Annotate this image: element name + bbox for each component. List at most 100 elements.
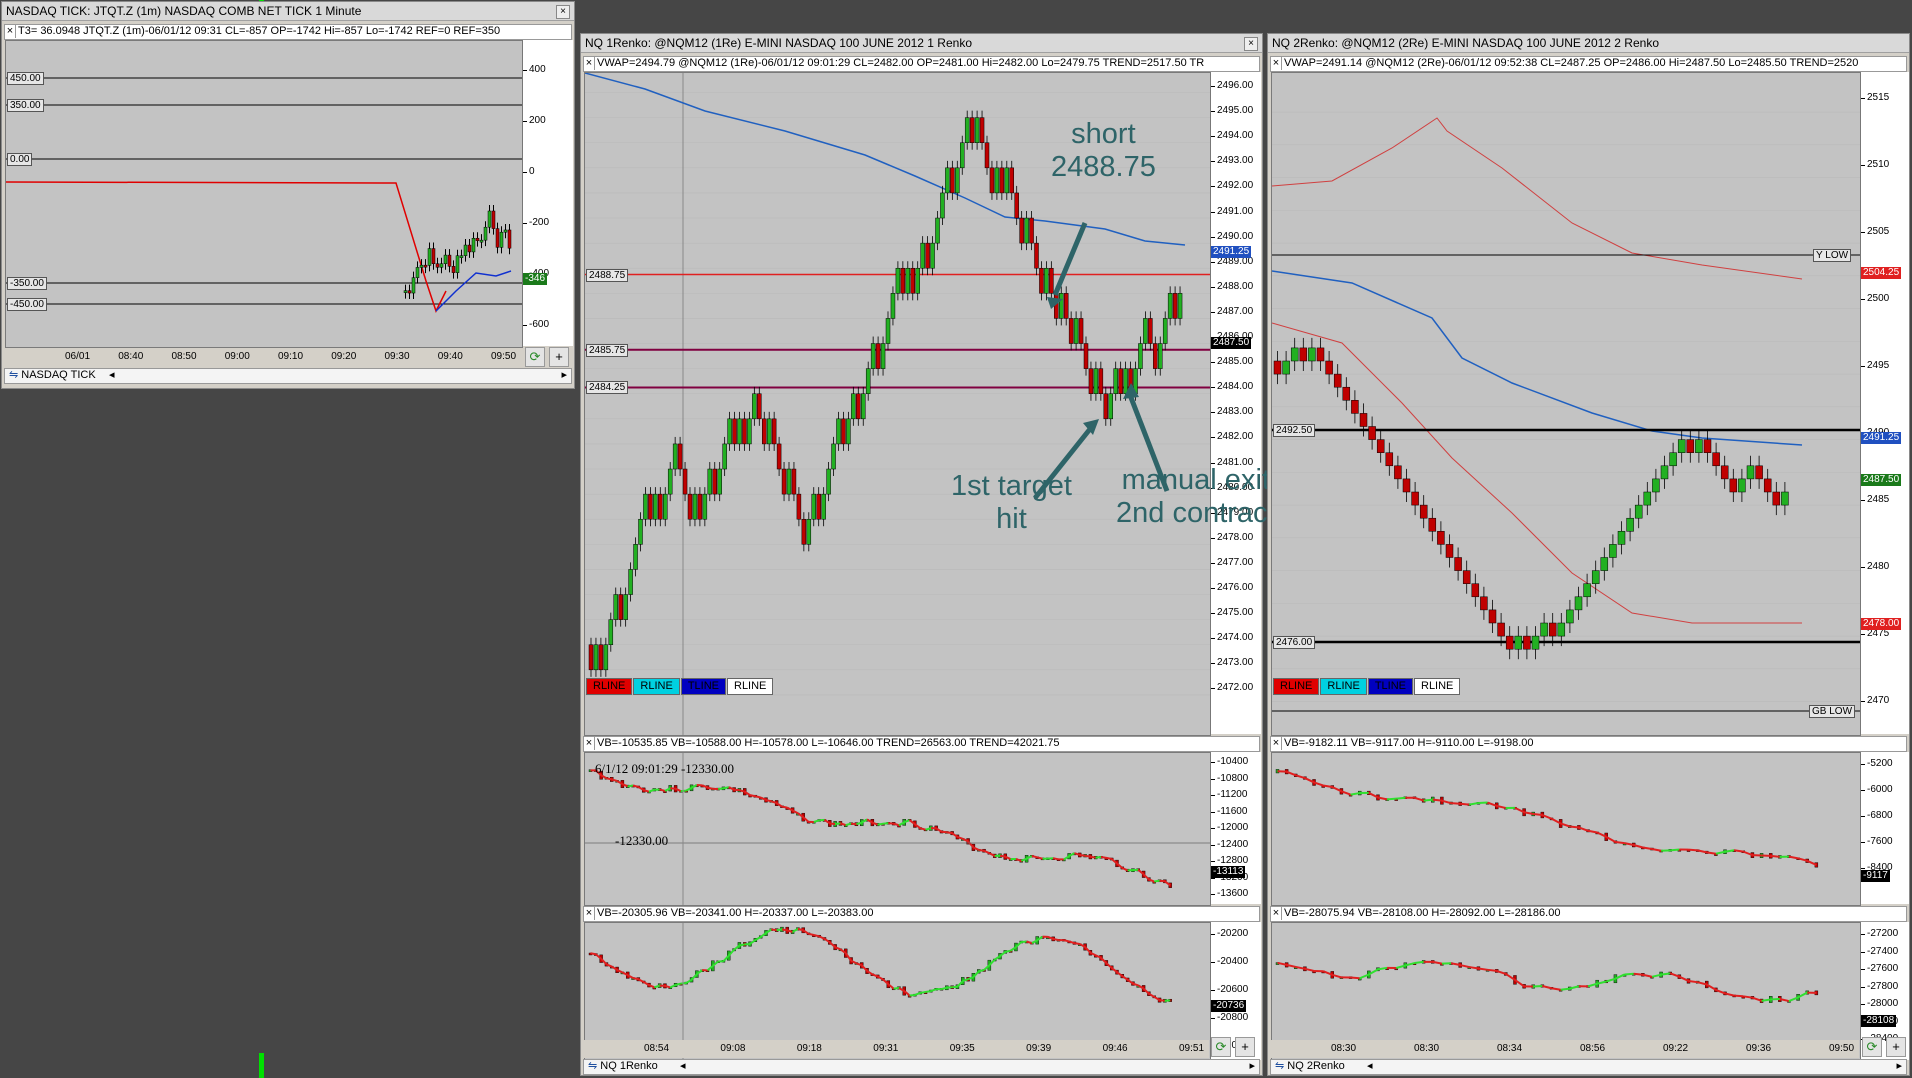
scroll-left-icon[interactable]: ◂ (109, 369, 115, 382)
tick-tab-bar[interactable]: ⇋ NASDAQ TICK ◂ ▸ (4, 368, 572, 384)
zoom-in-icon[interactable]: + (549, 347, 569, 367)
renko-brick (687, 493, 693, 520)
rline-button[interactable]: TLINE (1367, 678, 1413, 695)
renko-brick (1098, 368, 1104, 394)
renko-brick (1083, 343, 1089, 369)
vb-trend-segment (1560, 987, 1570, 991)
tick-price-axis: 4002000-200-400-600-346 (522, 40, 573, 346)
vb-trend-segment (1031, 854, 1038, 859)
renko2-vb1-svg (1275, 769, 1819, 868)
rline-button[interactable]: TLINE (680, 678, 726, 695)
axis-tick-label: 2488.00 (1210, 280, 1254, 292)
close-icon[interactable]: × (584, 907, 595, 920)
renko2-tab-bar[interactable]: ⇋ NQ 2Renko ◂ ▸ (1270, 1059, 1907, 1075)
vb-trend-segment (925, 990, 932, 993)
scroll-left-icon[interactable]: ◂ (1367, 1060, 1373, 1073)
vb-trend-segment (1670, 848, 1680, 852)
scroll-left-icon[interactable]: ◂ (680, 1060, 686, 1073)
renko2-price-svg (1272, 111, 1860, 712)
renko-brick (1093, 368, 1099, 394)
renko-brick (1158, 343, 1163, 369)
rline-button[interactable]: RLINE (1414, 678, 1461, 695)
axis-tick-label: -5200 (1861, 758, 1893, 769)
close-icon[interactable]: × (5, 25, 16, 38)
time-tick-label: 08:30 (1331, 1043, 1357, 1054)
renko-brick (979, 117, 985, 143)
vb-trend-segment (813, 819, 820, 823)
renko1-window[interactable]: NQ 1Renko: @NQM12 (1Re) E-MINI NASDAQ 10… (580, 33, 1276, 1076)
renko-brick (1772, 491, 1781, 506)
renko-brick (1143, 318, 1148, 344)
renko-brick (861, 393, 866, 420)
renko2-window-title[interactable]: NQ 2Renko: @NQM12 (2Re) E-MINI NASDAQ 10… (1268, 34, 1909, 53)
tick-chart-window[interactable]: NASDAQ TICK: JTQT.Z (1m) NASDAQ COMB NET… (1, 1, 575, 389)
renko-brick (974, 117, 980, 143)
vb-trend-segment (978, 848, 985, 852)
zoom-in-icon[interactable]: + (1886, 1037, 1906, 1057)
close-icon[interactable]: × (1271, 737, 1282, 750)
scroll-right-icon[interactable]: ▸ (1249, 1060, 1255, 1073)
renko2-price-panel[interactable]: 2492.50 2476.00 Y LOW GB LOW (1271, 72, 1861, 736)
close-icon[interactable]: × (1271, 57, 1282, 70)
renko-brick (846, 418, 851, 445)
refresh-icon[interactable]: ⟳ (1862, 1037, 1882, 1057)
vb-trend-segment (1724, 992, 1735, 997)
tick-candle (419, 264, 424, 268)
price-tag: 2491.25 (1861, 432, 1902, 444)
tick-time-axis: 06/01 08:40 08:50 09:00 09:10 09:20 09:30 09:40… (5, 348, 521, 366)
vb-trend-segment (808, 932, 815, 936)
refresh-icon[interactable]: ⟳ (525, 347, 545, 367)
refresh-icon[interactable]: ⟳ (1211, 1037, 1231, 1057)
renko-brick (1514, 635, 1523, 650)
tab-nq-2renko[interactable]: ⇋ NQ 2Renko (1275, 1060, 1345, 1073)
renko-brick (1118, 368, 1123, 394)
renko-brick (1054, 293, 1059, 319)
renko-brick (1540, 622, 1548, 637)
vb-trend-segment (680, 982, 687, 985)
zoom-in-icon[interactable]: + (1235, 1037, 1255, 1057)
renko-brick (806, 518, 812, 545)
close-icon[interactable]: × (1271, 907, 1282, 920)
rline-button[interactable]: RLINE (1273, 678, 1320, 695)
renko-brick (588, 644, 594, 671)
close-icon[interactable]: × (1244, 37, 1258, 51)
tick-plot-area[interactable]: 450.00 350.00 0.00 -350.00 -450.00 (5, 40, 523, 348)
tab-nasdaq-tick[interactable]: ⇋ NASDAQ TICK (9, 369, 96, 382)
rline-button[interactable]: RLINE (1320, 678, 1367, 695)
close-icon[interactable]: × (584, 57, 595, 70)
renko2-window[interactable]: NQ 2Renko: @NQM12 (2Re) E-MINI NASDAQ 10… (1267, 33, 1910, 1076)
price-tag: -346 (523, 273, 548, 285)
renko-brick (920, 242, 925, 269)
rline-button[interactable]: RLINE (633, 678, 680, 695)
tab-nq-1renko[interactable]: ⇋ NQ 1Renko (588, 1060, 658, 1073)
renko2-vb1-panel[interactable] (1271, 752, 1861, 906)
renko-brick (1686, 439, 1695, 453)
tick-info-bar: × T3= 36.0948 JTQT.Z (1m)-06/01/12 09:31 … (4, 24, 572, 40)
vb-trend-segment (659, 788, 666, 792)
tick-window-title[interactable]: NASDAQ TICK: JTQT.Z (1m) NASDAQ COMB NET… (2, 2, 574, 21)
scroll-right-icon[interactable]: ▸ (561, 369, 567, 382)
renko-brick (618, 594, 623, 620)
vb-trend-segment (1734, 994, 1744, 998)
scroll-right-icon[interactable]: ▸ (1896, 1060, 1902, 1073)
renko-brick (851, 393, 856, 420)
renko-brick (1591, 570, 1600, 584)
renko-brick (1009, 167, 1014, 194)
time-tick-label: 09:22 (1663, 1043, 1689, 1054)
renko-brick (747, 418, 752, 445)
axis-tick-label: 2482.00 (1210, 431, 1254, 443)
rline-button[interactable]: RLINE (727, 678, 774, 695)
rline-button[interactable]: RLINE (586, 678, 633, 695)
renko1-window-title[interactable]: NQ 1Renko: @NQM12 (1Re) E-MINI NASDAQ 10… (581, 34, 1262, 53)
renko1-vb1-panel[interactable]: 6/1/12 09:01:29 -12330.00 -12330.00 (584, 752, 1211, 906)
close-icon[interactable]: × (584, 737, 595, 750)
renko-brick (964, 117, 970, 143)
renko1-tab-bar[interactable]: ⇋ NQ 1Renko ◂ ▸ (583, 1059, 1260, 1075)
time-tick-label: 08:34 (1497, 1043, 1523, 1054)
close-icon[interactable]: × (556, 5, 570, 19)
renko-brick (638, 518, 643, 545)
time-tick-label: 09:51 (1179, 1043, 1205, 1054)
time-tick-label: 08:40 (118, 351, 144, 362)
vb-trend-segment (920, 990, 926, 994)
renko-brick (895, 267, 901, 294)
